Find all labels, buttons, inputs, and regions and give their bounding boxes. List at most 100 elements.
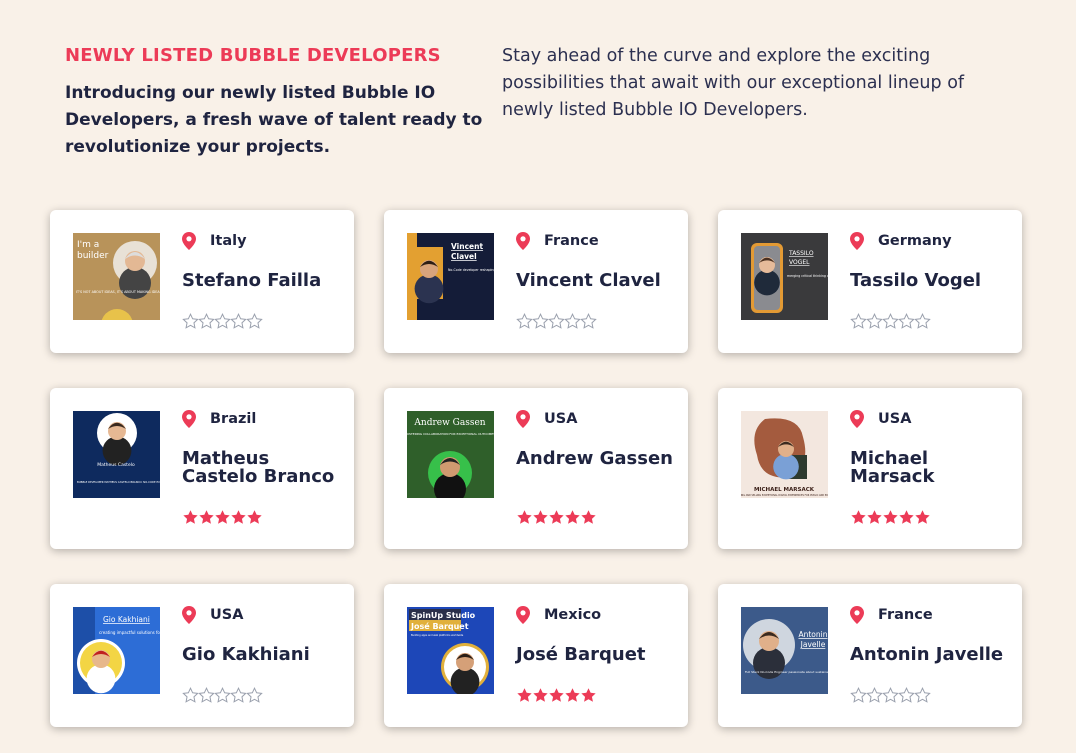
star-empty-icon [548,313,565,329]
developer-card[interactable]: Vincent Clavel No-Code developer reshapi… [384,210,688,353]
star-empty-icon [182,313,199,329]
star-filled-icon [247,510,262,524]
star-filled-icon [899,510,914,524]
country-label: France [878,607,933,623]
svg-text:Vincent: Vincent [451,242,483,251]
star-filled-icon [533,510,548,524]
developer-thumbnail[interactable]: TASSILO VOGEL merging critical thinking … [741,233,828,320]
star-filled-icon [183,510,198,524]
star-empty-icon [882,687,899,703]
developer-location: USA [516,410,577,428]
location-pin-icon [182,410,196,428]
svg-text:Gio Kakhiani: Gio Kakhiani [103,615,150,624]
star-empty-icon [580,313,597,329]
developer-thumbnail[interactable]: Gio Kakhiani creating impactful solution… [73,607,160,694]
star-empty-icon [850,313,867,329]
location-pin-icon [850,410,864,428]
star-empty-icon [532,313,549,329]
developer-name[interactable]: Tassilo Vogel [850,272,1010,290]
rating-stars [850,509,930,526]
star-filled-icon [915,510,930,524]
developer-thumbnail[interactable]: Matheus Castelo BUBBLE DEVELOPER MATHEUS… [73,411,160,498]
location-pin-icon [516,606,530,624]
star-empty-icon [914,687,931,703]
developer-card[interactable]: Andrew Gassen FOSTERING COLLABORATION FO… [384,388,688,549]
star-empty-icon [214,313,231,329]
developer-location: France [850,606,933,624]
star-empty-icon [866,313,883,329]
star-empty-icon [516,313,533,329]
star-filled-icon [581,510,596,524]
svg-text:SpinUp Studio: SpinUp Studio [411,611,476,620]
star-filled-icon [231,510,246,524]
star-empty-icon [914,313,931,329]
developer-name[interactable]: Andrew Gassen [516,450,676,468]
star-empty-icon [198,687,215,703]
developer-card[interactable]: Matheus Castelo BUBBLE DEVELOPER MATHEUS… [50,388,354,549]
country-label: USA [210,607,244,623]
svg-text:IT'S NOT ABOUT IDEAS, IT'S ABO: IT'S NOT ABOUT IDEAS, IT'S ABOUT MAKING … [76,290,160,294]
rating-stars [516,313,597,330]
section-intro: Introducing our newly listed Bubble IO D… [65,83,483,157]
star-empty-icon [850,687,867,703]
developer-name[interactable]: Antonin Javelle [850,646,1010,664]
star-empty-icon [246,687,263,703]
svg-text:I'm a: I'm a [77,240,99,250]
svg-text:TASSILO: TASSILO [788,250,814,257]
developer-card[interactable]: SpinUp Studio José Barquet Building apps… [384,584,688,727]
developer-card[interactable]: MICHAEL MARSACK BUILDING AND SELLING EXC… [718,388,1022,549]
rating-stars [182,687,263,704]
star-filled-icon [517,688,532,702]
developer-name[interactable]: Matheus Castelo Branco [182,450,342,486]
developer-location: Brazil [182,410,256,428]
developer-thumbnail[interactable]: Antonin Javelle Full Stack No-Code Engin… [741,607,828,694]
rating-stars [850,687,931,704]
developer-thumbnail[interactable]: SpinUp Studio José Barquet Building apps… [407,607,494,694]
star-empty-icon [230,313,247,329]
section-description: Stay ahead of the curve and explore the … [502,46,965,120]
rating-stars [516,687,596,704]
location-pin-icon [182,606,196,624]
developer-location: USA [850,410,911,428]
developer-thumbnail[interactable]: Vincent Clavel No-Code developer reshapi… [407,233,494,320]
developer-thumbnail[interactable]: Andrew Gassen FOSTERING COLLABORATION FO… [407,411,494,498]
developer-card[interactable]: TASSILO VOGEL merging critical thinking … [718,210,1022,353]
location-pin-icon [516,232,530,250]
developer-location: USA [182,606,243,624]
country-label: USA [878,411,912,427]
star-empty-icon [198,313,215,329]
developer-location: Germany [850,232,952,250]
rating-stars [182,313,263,330]
star-filled-icon [533,688,548,702]
developer-name[interactable]: José Barquet [516,646,676,664]
svg-text:Andrew Gassen: Andrew Gassen [413,418,485,428]
svg-text:merging critical thinking and: merging critical thinking and quantitati… [787,274,828,278]
star-filled-icon [565,510,580,524]
star-empty-icon [564,313,581,329]
developer-location: Mexico [516,606,601,624]
svg-text:Full Stack No-Code Engineer pa: Full Stack No-Code Engineer passionate a… [745,670,828,674]
star-empty-icon [898,687,915,703]
developer-name[interactable]: Gio Kakhiani [182,646,342,664]
country-label: Brazil [210,411,257,427]
developer-card[interactable]: I'm a builder IT'S NOT ABOUT IDEAS, IT'S… [50,210,354,353]
star-empty-icon [866,687,883,703]
developer-location: France [516,232,599,250]
country-label: France [544,233,599,249]
star-filled-icon [851,510,866,524]
developer-card[interactable]: Gio Kakhiani creating impactful solution… [50,584,354,727]
svg-text:FOSTERING COLLABORATION FOR EX: FOSTERING COLLABORATION FOR EXCEPTIONAL … [407,432,494,436]
star-empty-icon [214,687,231,703]
svg-text:creating impactful solutions f: creating impactful solutions for global … [99,630,160,635]
developer-thumbnail[interactable]: I'm a builder IT'S NOT ABOUT IDEAS, IT'S… [73,233,160,320]
developer-name[interactable]: Stefano Failla [182,272,342,290]
star-empty-icon [898,313,915,329]
developer-name[interactable]: Michael Marsack [850,450,1010,486]
developer-name[interactable]: Vincent Clavel [516,272,676,290]
rating-stars [850,313,931,330]
country-label: USA [544,411,578,427]
developer-card[interactable]: Antonin Javelle Full Stack No-Code Engin… [718,584,1022,727]
developer-thumbnail[interactable]: MICHAEL MARSACK BUILDING AND SELLING EXC… [741,411,828,498]
star-empty-icon [246,313,263,329]
svg-text:Building apps and web platform: Building apps and web platforms worldwid… [411,634,464,637]
